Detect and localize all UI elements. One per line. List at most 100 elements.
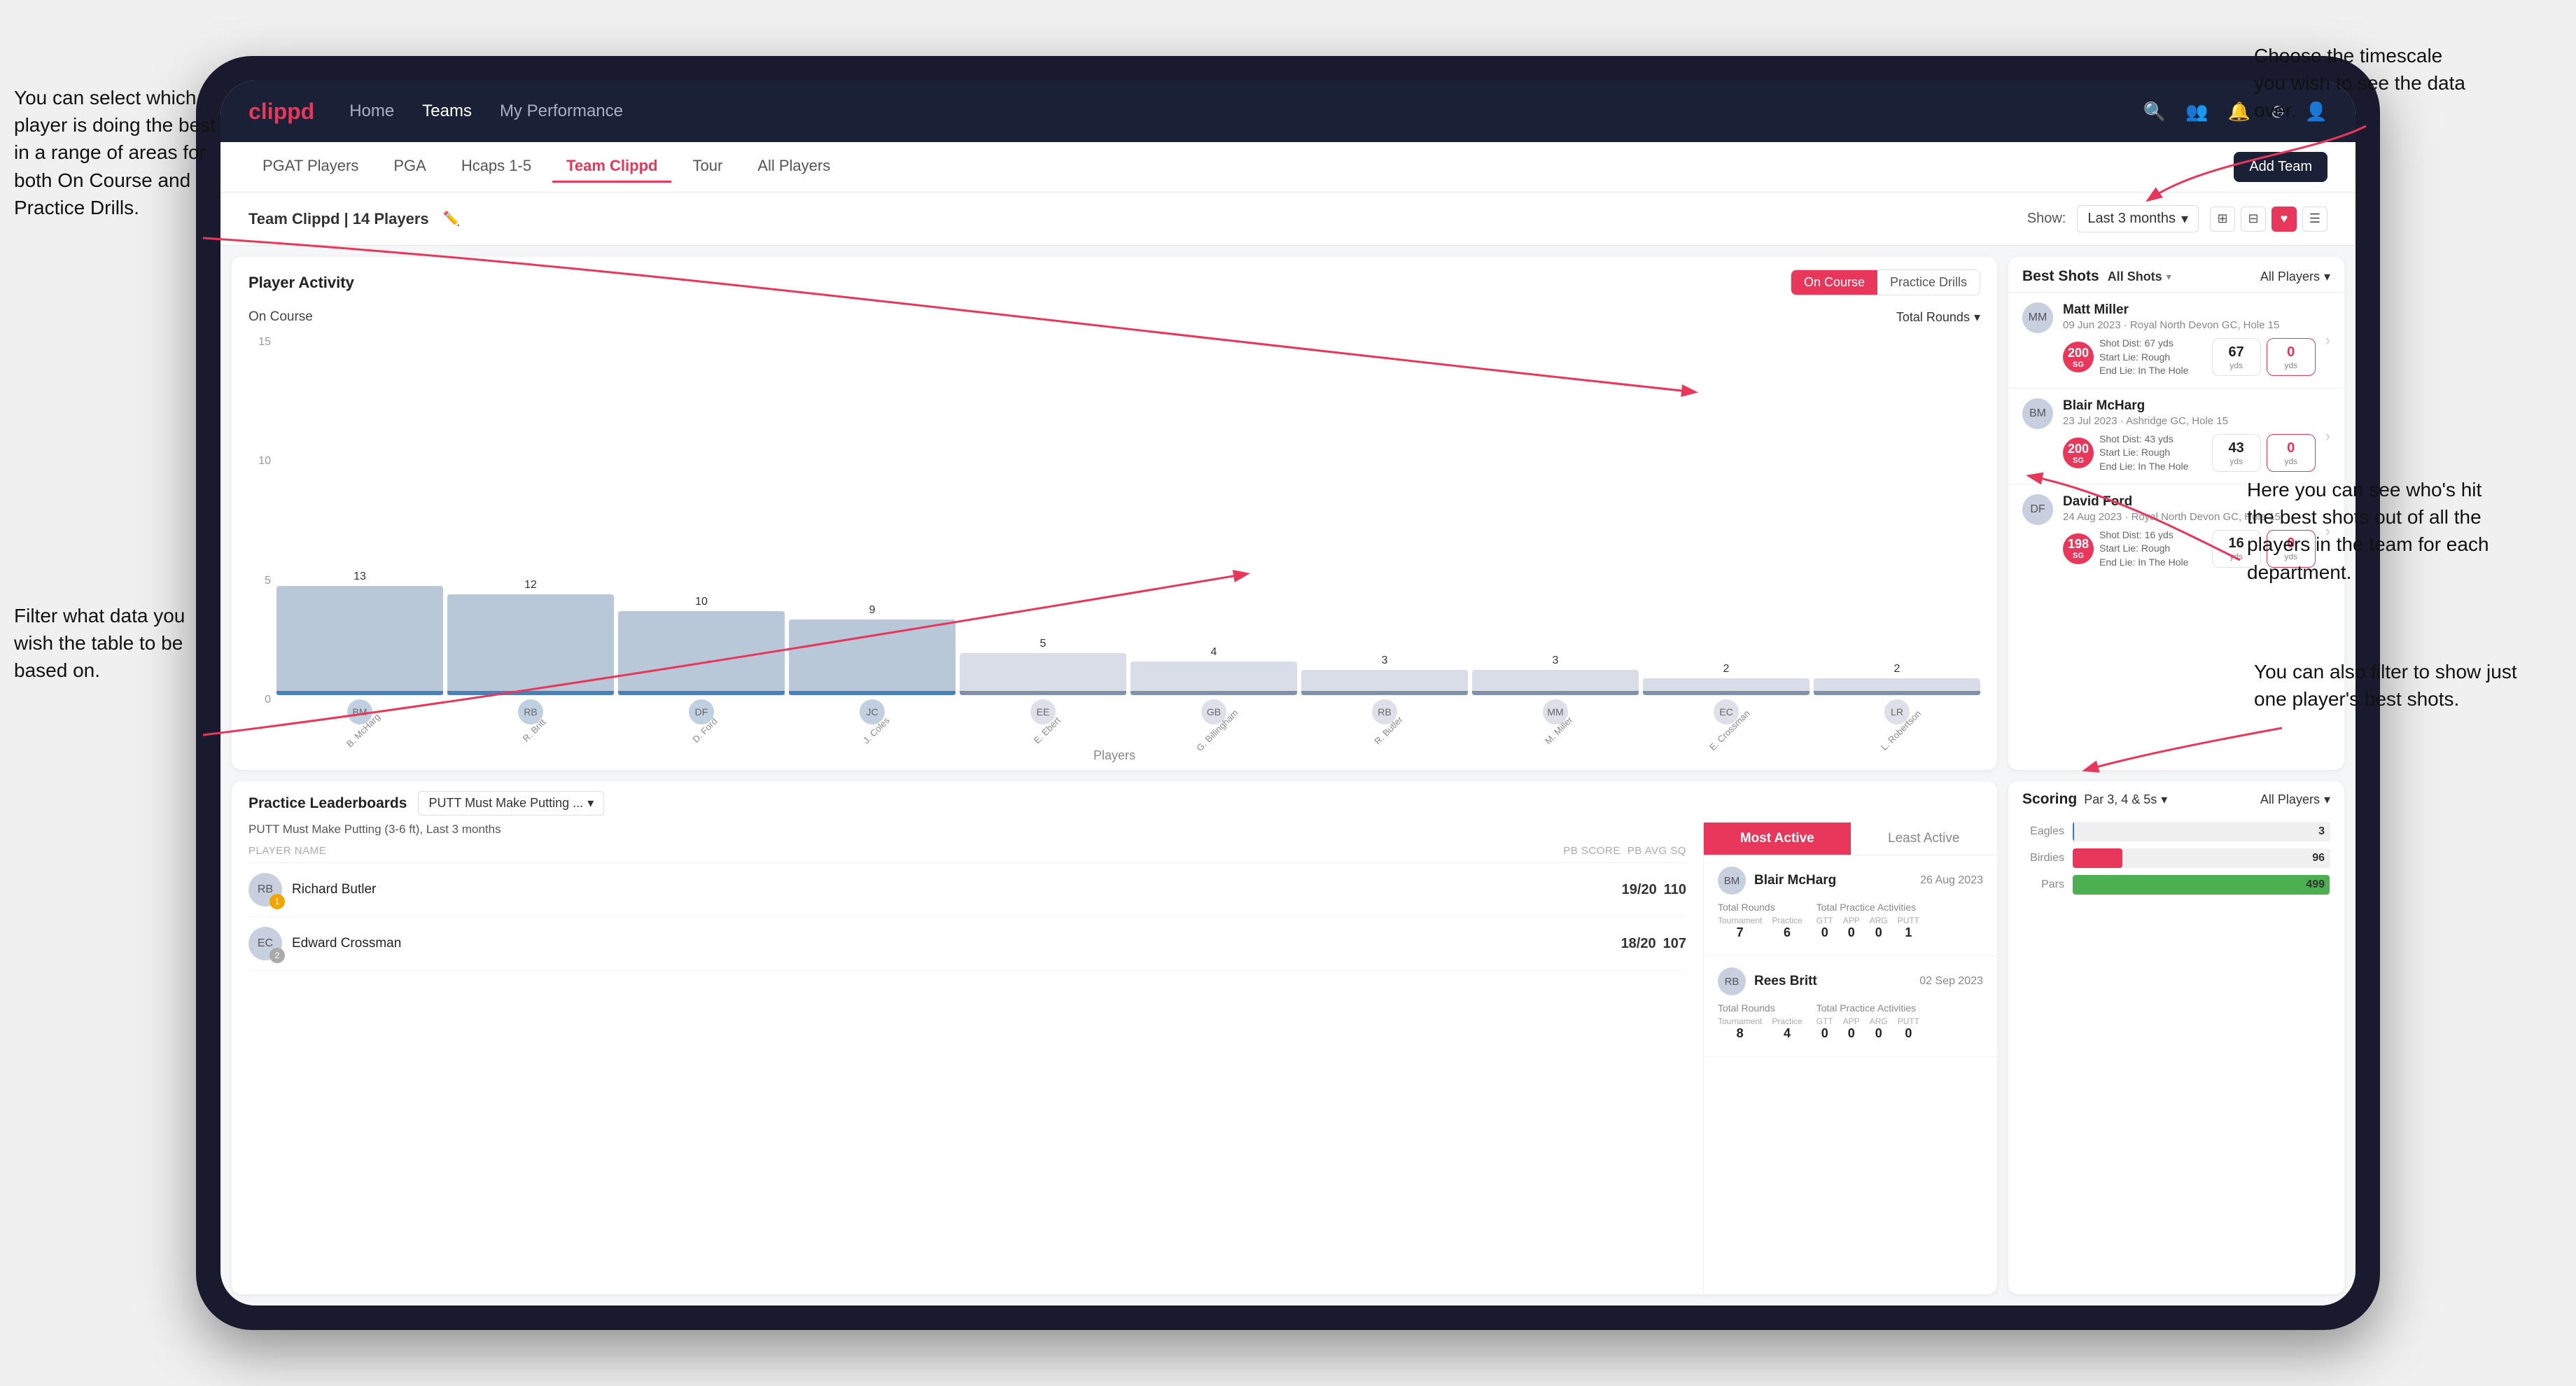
chevron-down-icon: ▾ <box>2181 210 2188 227</box>
tab-most-active[interactable]: Most Active <box>1704 822 1851 855</box>
bar-highlight <box>1643 691 1809 695</box>
lb-rank-badge: 1 <box>270 894 285 909</box>
shot-badge: 200 SG <box>2063 438 2094 468</box>
activity-player-entry[interactable]: BM Blair McHarg 26 Aug 2023 Total Rounds… <box>1704 855 1997 956</box>
toggle-on-course[interactable]: On Course <box>1791 270 1877 295</box>
lb-pb-score: 19/20 <box>1622 882 1657 898</box>
tab-team-clippd[interactable]: Team Clippd <box>552 151 671 183</box>
ap-stats-row: Total Rounds Tournament 8 Practice 4 Tot… <box>1718 1002 1983 1041</box>
shot-stat-num-zero: 0 <box>2287 440 2295 456</box>
lb-col-player-name: PLAYER NAME <box>248 845 1556 857</box>
shot-chevron-icon[interactable]: › <box>2325 331 2330 349</box>
view-heart-button[interactable]: ♥ <box>2272 206 2297 232</box>
users-icon[interactable]: 👥 <box>2185 101 2208 122</box>
nav-link-teams[interactable]: Teams <box>422 102 472 121</box>
toggle-practice-drills[interactable]: Practice Drills <box>1877 270 1980 295</box>
bar-value-label: 9 <box>869 604 876 617</box>
shot-player-meta: 23 Jul 2023 · Ashridge GC, Hole 15 <box>2063 415 2316 427</box>
nav-link-my-performance[interactable]: My Performance <box>500 102 623 121</box>
view-icons: ⊞ ⊟ ♥ ☰ <box>2210 206 2328 232</box>
nav-link-home[interactable]: Home <box>349 102 394 121</box>
bar-value-label: 3 <box>1553 654 1559 667</box>
shots-dropdown-arrow[interactable]: ▾ <box>2166 271 2171 283</box>
bar-highlight <box>789 691 955 695</box>
scoring-bar-fill <box>2073 875 2330 895</box>
bar-group: 3 RB R. Butler <box>1301 654 1468 737</box>
filter-label: Total Rounds <box>1896 310 1970 325</box>
practice-filter-dropdown[interactable]: PUTT Must Make Putting ... ▾ <box>418 791 604 816</box>
ap-header: RB Rees Britt 02 Sep 2023 <box>1718 967 1983 995</box>
tab-all-players[interactable]: All Players <box>743 151 844 183</box>
toggle-buttons: On Course Practice Drills <box>1791 270 1980 295</box>
top-nav: clippd Home Teams My Performance 🔍 👥 🔔 ⊕… <box>220 80 2356 142</box>
bar-value-label: 2 <box>1723 663 1730 676</box>
ap-stat-putt: PUTT 1 <box>1898 916 1919 940</box>
bell-icon[interactable]: 🔔 <box>2227 101 2250 122</box>
ap-date: 02 Sep 2023 <box>1919 975 1983 988</box>
search-icon[interactable]: 🔍 <box>2143 101 2166 122</box>
lb-row[interactable]: RB 1 Richard Butler 19/20 110 <box>248 863 1686 917</box>
team-header-right: Show: Last 3 months ▾ ⊞ ⊟ ♥ ☰ <box>2027 205 2328 232</box>
shot-description: Shot Dist: 67 ydsStart Lie: RoughEnd Lie… <box>2099 337 2206 378</box>
player-activity-title: Player Activity <box>248 274 354 292</box>
ap-stat-values-activities: GTT 0 APP 0 ARG 0 PUTT 0 <box>1816 1016 1919 1041</box>
lb-player: EC 2 Edward Crossman <box>248 927 1614 960</box>
chart-filter-dropdown[interactable]: Total Rounds ▾ <box>1896 310 1980 325</box>
tab-least-active[interactable]: Least Active <box>1851 822 1998 855</box>
ap-header: BM Blair McHarg 26 Aug 2023 <box>1718 867 1983 895</box>
shots-tab-selector: All Shots ▾ <box>2108 270 2171 284</box>
tab-pgat-players[interactable]: PGAT Players <box>248 151 372 183</box>
view-grid2-button[interactable]: ⊞ <box>2210 206 2235 232</box>
bar-fill <box>276 586 443 695</box>
shot-entry[interactable]: MM Matt Miller 09 Jun 2023 · Royal North… <box>2008 292 2344 388</box>
bar-group: 13 BM B. McHarg <box>276 570 443 737</box>
activity-player-entry[interactable]: RB Rees Britt 02 Sep 2023 Total Rounds T… <box>1704 956 1997 1057</box>
shot-player-avatar: BM <box>2022 398 2053 429</box>
shot-entry[interactable]: BM Blair McHarg 23 Jul 2023 · Ashridge G… <box>2008 388 2344 484</box>
activity-tabs: Most Active Least Active <box>1704 822 1997 855</box>
bar-group: 4 GB G. Billingham <box>1130 646 1297 737</box>
bar-fill <box>960 653 1126 695</box>
lb-player-name: Edward Crossman <box>292 936 401 951</box>
chevron-down-icon-6: ▾ <box>2324 792 2330 807</box>
ap-stat-title-rounds: Total Rounds <box>1718 902 1802 913</box>
badge-sub: SG <box>2073 456 2084 465</box>
badge-sub: SG <box>2073 360 2084 369</box>
bar-value-label: 13 <box>354 570 366 583</box>
best-shots-players-dropdown[interactable]: All Players ▾ <box>2260 270 2330 284</box>
bar-group: 10 DF D. Ford <box>618 596 785 737</box>
ap-stat-activities: Total Practice Activities GTT 0 APP 0 AR… <box>1816 1002 1919 1041</box>
tab-all-shots[interactable]: All Shots <box>2108 270 2162 284</box>
ap-stat-putt: PUTT 0 <box>1898 1016 1919 1041</box>
annotation-top-left: You can select which player is doing the… <box>14 84 217 221</box>
bar-fill <box>1814 678 1980 695</box>
edit-icon[interactable]: ✏️ <box>443 210 461 227</box>
scoring-players-dropdown[interactable]: All Players ▾ <box>2260 792 2330 807</box>
show-dropdown[interactable]: Last 3 months ▾ <box>2077 205 2199 232</box>
bar-value-label: 3 <box>1382 654 1388 667</box>
shot-description: Shot Dist: 16 ydsStart Lie: RoughEnd Lie… <box>2099 528 2206 570</box>
ap-name: Rees Britt <box>1754 974 1817 989</box>
scoring-filter-dropdown[interactable]: Par 3, 4 & 5s ▾ <box>2084 792 2167 807</box>
view-grid4-button[interactable]: ⊟ <box>2241 206 2266 232</box>
annotation-right-bottom: You can also filter to show just one pla… <box>2254 658 2520 713</box>
tab-hcaps[interactable]: Hcaps 1-5 <box>447 151 545 183</box>
scoring-bar-wrap: 96 <box>2073 848 2330 868</box>
chart-subheader: On Course Total Rounds ▾ <box>232 304 1997 329</box>
lb-row[interactable]: EC 2 Edward Crossman 18/20 107 <box>248 917 1686 971</box>
tablet-frame: clippd Home Teams My Performance 🔍 👥 🔔 ⊕… <box>196 56 2380 1330</box>
chevron-down-icon-3: ▾ <box>2324 270 2330 284</box>
shot-chevron-icon[interactable]: › <box>2325 427 2330 445</box>
tab-tour[interactable]: Tour <box>678 151 736 183</box>
tab-pga[interactable]: PGA <box>379 151 440 183</box>
lb-pb-score: 18/20 <box>1621 936 1656 952</box>
view-list-button[interactable]: ☰ <box>2302 206 2328 232</box>
bar-fill <box>1472 670 1639 695</box>
shot-stat-num-dist: 43 <box>2229 440 2244 456</box>
add-team-button[interactable]: Add Team <box>2234 152 2328 182</box>
shot-stat-distance: 67 yds <box>2212 338 2261 376</box>
ap-stats-row: Total Rounds Tournament 7 Practice 6 Tot… <box>1718 902 1983 940</box>
bar-highlight <box>1130 691 1297 695</box>
scoring-bar-value: 3 <box>2318 825 2325 838</box>
scoring-title: Scoring <box>2022 791 2077 808</box>
